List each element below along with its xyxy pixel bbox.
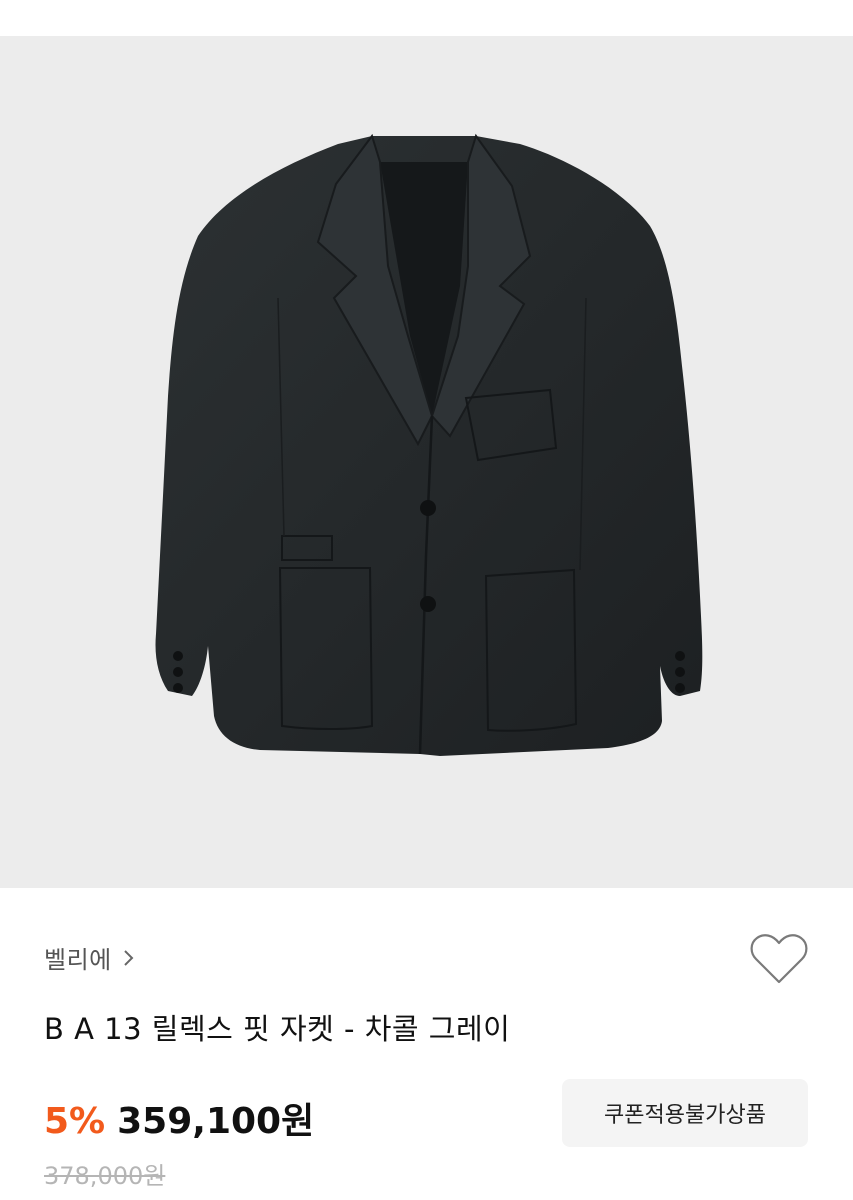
product-title: B A 13 릴렉스 핏 자켓 - 차콜 그레이 bbox=[44, 1012, 511, 1046]
top-margin bbox=[0, 0, 853, 36]
chevron-right-icon bbox=[122, 948, 136, 968]
brand-link[interactable]: 벨리에 bbox=[44, 940, 136, 975]
original-price: 378,000원 bbox=[44, 1162, 166, 1190]
brand-name: 벨리에 bbox=[44, 946, 112, 974]
jacket-illustration bbox=[155, 133, 703, 756]
coupon-button[interactable]: 쿠폰적용불가상품 bbox=[562, 1079, 808, 1147]
price-row: 5% 359,100원 bbox=[44, 1092, 314, 1144]
product-info-panel: 벨리에 B A 13 릴렉스 핏 자켓 - 차콜 그레이 5% 359,100원… bbox=[0, 888, 853, 1200]
discount-rate: 5% bbox=[44, 1101, 106, 1142]
sale-price: 359,100원 bbox=[117, 1101, 315, 1142]
wishlist-button[interactable] bbox=[748, 932, 810, 988]
heart-outline-icon bbox=[750, 934, 808, 984]
product-image[interactable] bbox=[0, 36, 853, 888]
